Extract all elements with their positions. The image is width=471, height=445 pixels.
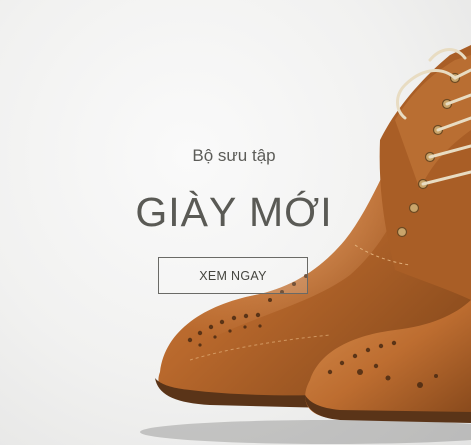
view-now-button[interactable]: XEM NGAY xyxy=(158,257,308,294)
page-title: GIÀY MỚI xyxy=(135,189,333,235)
hero-banner: Bộ sưu tập GIÀY MỚI XEM NGAY xyxy=(0,0,471,445)
collection-subtitle: Bộ sưu tập xyxy=(192,146,276,165)
